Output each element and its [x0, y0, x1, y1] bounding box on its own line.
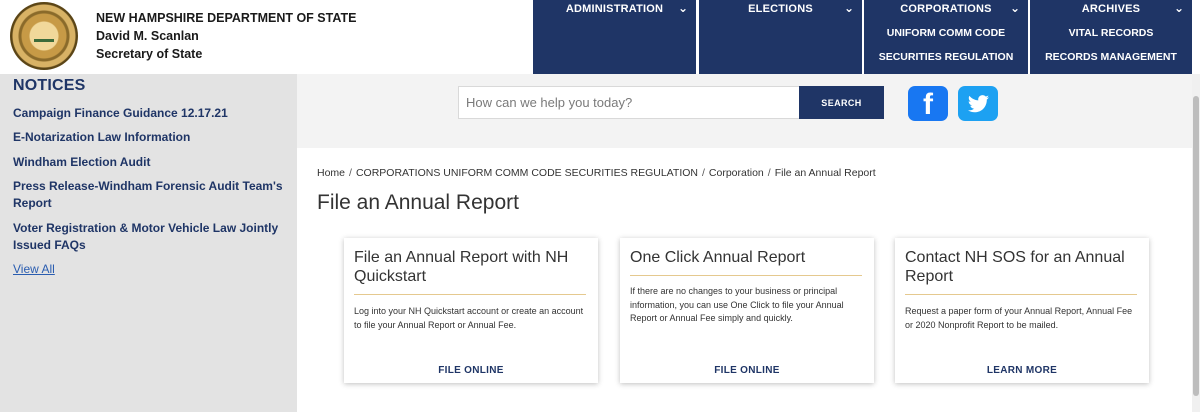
chevron-down-icon[interactable]: ⌄	[844, 1, 854, 15]
nav-archives[interactable]: ARCHIVES ⌄ VITAL RECORDS RECORDS MANAGEM…	[1030, 0, 1192, 74]
card-divider	[630, 275, 862, 276]
file-online-link[interactable]: FILE ONLINE	[344, 365, 598, 376]
main-content: Home / CORPORATIONS UNIFORM COMM CODE SECU…	[297, 148, 1200, 412]
file-online-link[interactable]: FILE ONLINE	[620, 365, 874, 376]
agency-name: NEW HAMPSHIRE DEPARTMENT OF STATE	[96, 11, 357, 25]
nav-label[interactable]: CORPORATIONS	[864, 3, 1028, 15]
breadcrumb: Home / CORPORATIONS UNIFORM COMM CODE SECU…	[317, 167, 876, 179]
nav-label[interactable]: ARCHIVES	[1030, 3, 1192, 15]
search-band: SEARCH f	[297, 74, 1200, 148]
chevron-down-icon[interactable]: ⌄	[1174, 1, 1184, 15]
notice-link[interactable]: E-Notarization Law Information	[13, 129, 283, 146]
nav-administration[interactable]: ADMINISTRATION ⌄	[533, 0, 696, 74]
notices-heading: NOTICES	[13, 77, 86, 94]
breadcrumb-home[interactable]: Home	[317, 167, 345, 179]
nav-elections[interactable]: ELECTIONS ⌄	[699, 0, 862, 74]
card-title: Contact NH SOS for an Annual Report	[905, 249, 1125, 285]
search-button[interactable]: SEARCH	[799, 86, 884, 119]
card-divider	[905, 294, 1137, 295]
card-divider	[354, 294, 586, 295]
breadcrumb-corporation[interactable]: Corporation	[709, 167, 764, 179]
nav-sub-records-management[interactable]: RECORDS MANAGEMENT	[1030, 51, 1192, 63]
notice-link[interactable]: Windham Election Audit	[13, 154, 283, 171]
breadcrumb-section[interactable]: CORPORATIONS UNIFORM COMM CODE SECURITIE…	[356, 167, 698, 179]
card-title: File an Annual Report with NH Quickstart	[354, 249, 569, 285]
card-text: Request a paper form of your Annual Repo…	[905, 306, 1133, 330]
card-text: Log into your NH Quickstart account or c…	[354, 306, 584, 330]
breadcrumb-current: File an Annual Report	[774, 167, 876, 179]
chevron-down-icon[interactable]: ⌄	[678, 1, 688, 15]
card-quickstart: File an Annual Report with NH Quickstart…	[344, 238, 598, 383]
nav-label[interactable]: ELECTIONS	[699, 3, 862, 15]
notice-link[interactable]: Voter Registration & Motor Vehicle Law J…	[13, 220, 283, 253]
page-title: File an Annual Report	[317, 191, 519, 214]
nav-sub-securities[interactable]: SECURITIES REGULATION	[864, 51, 1028, 63]
card-contact-sos: Contact NH SOS for an Annual Report Requ…	[895, 238, 1149, 383]
page-scrollbar[interactable]	[1192, 74, 1200, 412]
state-seal-logo[interactable]	[10, 2, 78, 70]
search-input[interactable]	[458, 86, 800, 119]
card-title: One Click Annual Report	[630, 249, 806, 266]
nav-label[interactable]: ADMINISTRATION	[533, 3, 696, 15]
notice-link[interactable]: Campaign Finance Guidance 12.17.21	[13, 105, 283, 122]
view-all-link[interactable]: View All	[13, 262, 55, 276]
chevron-down-icon[interactable]: ⌄	[1010, 1, 1020, 15]
notices-sidebar: NOTICES Campaign Finance Guidance 12.17.…	[0, 74, 297, 412]
facebook-icon[interactable]: f	[908, 86, 948, 121]
notice-link[interactable]: Press Release-Windham Forensic Audit Tea…	[13, 178, 283, 211]
site-header: NEW HAMPSHIRE DEPARTMENT OF STATE David …	[0, 0, 1200, 74]
nav-corporations[interactable]: CORPORATIONS ⌄ UNIFORM COMM CODE SECURIT…	[864, 0, 1028, 74]
scrollbar-thumb[interactable]	[1193, 96, 1199, 396]
official-name: David M. Scanlan	[96, 29, 199, 43]
agency-block: NEW HAMPSHIRE DEPARTMENT OF STATE David …	[96, 9, 356, 63]
learn-more-link[interactable]: LEARN MORE	[895, 365, 1149, 376]
card-one-click: One Click Annual Report If there are no …	[620, 238, 874, 383]
nav-sub-ucc[interactable]: UNIFORM COMM CODE	[864, 27, 1028, 39]
nav-sub-vital-records[interactable]: VITAL RECORDS	[1030, 27, 1192, 39]
official-title: Secretary of State	[96, 47, 203, 61]
twitter-icon[interactable]	[958, 86, 998, 121]
card-text: If there are no changes to your business…	[630, 286, 844, 323]
